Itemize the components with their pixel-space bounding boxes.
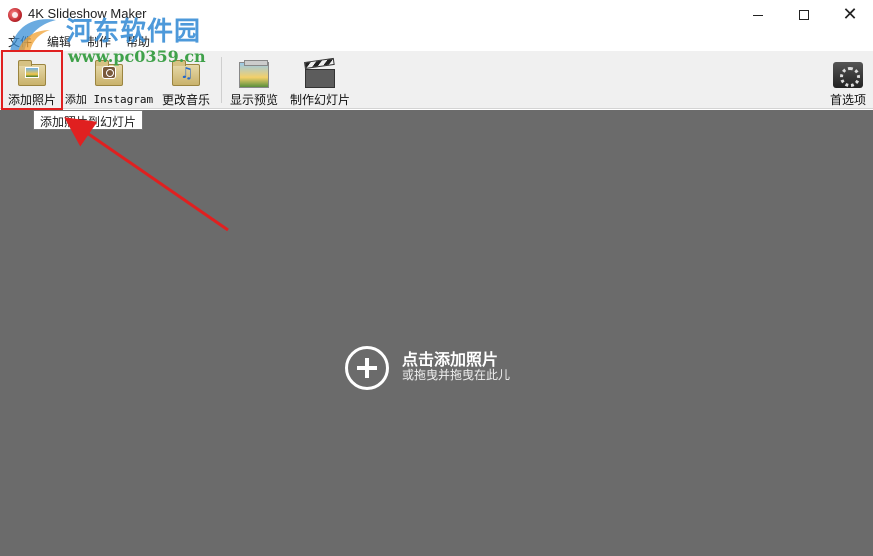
annotation-highlight-box — [1, 50, 63, 110]
close-button[interactable]: ✕ — [827, 0, 873, 30]
drag-drop-hint: 或拖曳并拖曳在此儿 — [402, 368, 511, 382]
add-photos-tooltip: 添加照片到幻灯片 — [33, 110, 144, 130]
add-instagram-label: 添加 Instagram — [64, 93, 154, 106]
close-icon: ✕ — [842, 4, 858, 25]
minimize-button[interactable] — [735, 0, 781, 30]
show-preview-button[interactable]: 显示预览 — [226, 51, 282, 109]
toolbar-separator — [221, 57, 222, 103]
watermark-title: 河东软件园 — [66, 17, 202, 47]
preferences-button[interactable]: 首选项 — [826, 51, 870, 109]
show-preview-label: 显示预览 — [229, 93, 278, 107]
photo-drop-area[interactable]: 点击添加照片 或拖曳并拖曳在此儿 — [0, 110, 873, 556]
watermark-url: www.pc0359.cn — [68, 47, 206, 66]
make-slideshow-label: 制作幻灯片 — [289, 93, 350, 107]
preferences-label: 首选项 — [829, 93, 866, 107]
maximize-icon — [799, 10, 809, 20]
change-music-label: 更改音乐 — [161, 93, 210, 107]
gear-icon — [833, 60, 863, 88]
maximize-button[interactable] — [781, 0, 827, 30]
clapperboard-icon — [304, 57, 335, 88]
minimize-icon — [753, 14, 763, 16]
make-slideshow-button[interactable]: 制作幻灯片 — [288, 51, 352, 109]
plus-circle-icon[interactable] — [345, 346, 389, 390]
preview-icon — [239, 60, 269, 88]
app-window: 4K Slideshow Maker ✕ 文件 编辑 制作 帮助 添加照片 添加… — [0, 0, 873, 556]
